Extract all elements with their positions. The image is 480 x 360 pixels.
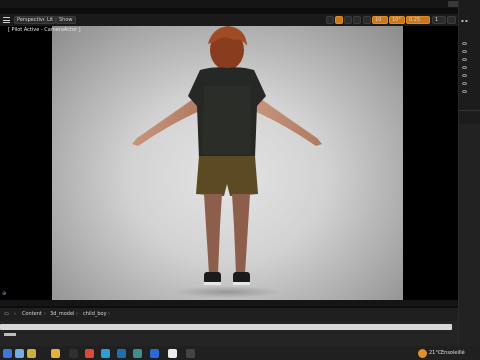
visibility-eye-icon[interactable] — [462, 74, 467, 77]
search-input[interactable] — [0, 324, 452, 330]
edge-icon[interactable] — [101, 349, 110, 358]
viewport-scene[interactable] — [52, 26, 403, 300]
title-bar — [0, 0, 480, 8]
maximize-viewport-icon[interactable] — [447, 16, 456, 24]
thumbnail-size-slider[interactable] — [4, 333, 16, 336]
camera-speed-value[interactable]: 1 — [432, 16, 446, 24]
rotate-snap-value[interactable]: 10° — [389, 16, 405, 24]
visibility-eye-icon[interactable] — [462, 50, 467, 53]
world-local-icon[interactable] — [353, 16, 361, 24]
mail-icon[interactable] — [186, 349, 195, 358]
pilot-status-text: [ Pilot Active - CameraActor ] — [8, 27, 81, 33]
translate-tool-icon[interactable] — [326, 16, 334, 24]
photos-icon[interactable] — [150, 349, 159, 358]
weather-text: Ensoleillé — [441, 350, 465, 356]
search-icon[interactable] — [15, 349, 24, 358]
app-icon[interactable] — [69, 349, 78, 358]
visibility-eye-icon[interactable] — [462, 90, 467, 93]
axis-gizmo-icon: ⊕ — [2, 291, 7, 297]
child-character-model — [132, 26, 322, 298]
outliner-header: ▪ ▪ — [461, 18, 468, 23]
content-browser-tabbar — [0, 300, 458, 306]
scale-tool-icon[interactable] — [344, 16, 352, 24]
details-panel[interactable] — [459, 124, 480, 360]
breadcrumb-item[interactable]: Content — [22, 311, 42, 317]
folder-icon[interactable]: ▭ — [4, 311, 9, 317]
windows-start-icon[interactable] — [3, 349, 12, 358]
weather-temperature: 21°C — [429, 350, 442, 356]
visibility-eye-icon[interactable] — [462, 66, 467, 69]
file-explorer-icon[interactable] — [51, 349, 60, 358]
viewport-toolbar: Perspective Lit Show 10 10° 0.25 1 — [0, 14, 458, 26]
unreal-engine-icon[interactable] — [168, 349, 177, 358]
visibility-eye-icon[interactable] — [462, 58, 467, 61]
level-viewport[interactable]: ⊕ — [0, 26, 458, 300]
show-button[interactable]: Show — [56, 16, 76, 24]
store-icon[interactable] — [117, 349, 126, 358]
surface-snap-icon[interactable] — [363, 16, 371, 24]
grid-snap-value[interactable]: 10 — [372, 16, 388, 24]
chevron-right-icon: › — [76, 311, 78, 317]
chevron-right-icon: › — [44, 311, 46, 317]
breadcrumb-item[interactable]: 3d_model — [50, 311, 74, 317]
visibility-eye-icon[interactable] — [462, 82, 467, 85]
panel-divider — [459, 110, 480, 111]
settings-icon[interactable] — [133, 349, 142, 358]
chevron-right-icon: › — [108, 311, 110, 317]
rotate-tool-icon[interactable] — [335, 16, 343, 24]
unreal-editor-window: Perspective Lit Show 10 10° 0.25 1 ⊕ [P… — [0, 0, 480, 360]
viewport-menu-icon[interactable] — [3, 17, 10, 23]
weather-icon[interactable] — [418, 349, 427, 358]
outliner-panel[interactable]: ▪ ▪ — [458, 0, 480, 360]
task-view-icon[interactable] — [27, 349, 36, 358]
opera-icon[interactable] — [85, 349, 94, 358]
breadcrumb-item[interactable]: child_boy — [83, 311, 107, 317]
lit-button[interactable]: Lit — [44, 16, 57, 24]
scale-snap-value[interactable]: 0.25 — [406, 16, 430, 24]
visibility-eye-icon[interactable] — [462, 42, 467, 45]
chevron-right-icon: › — [14, 311, 16, 317]
windows-taskbar: 21°C Ensoleillé — [0, 346, 480, 360]
breadcrumb: ▭ › Content › 3d_model › child_boy › — [0, 308, 458, 321]
